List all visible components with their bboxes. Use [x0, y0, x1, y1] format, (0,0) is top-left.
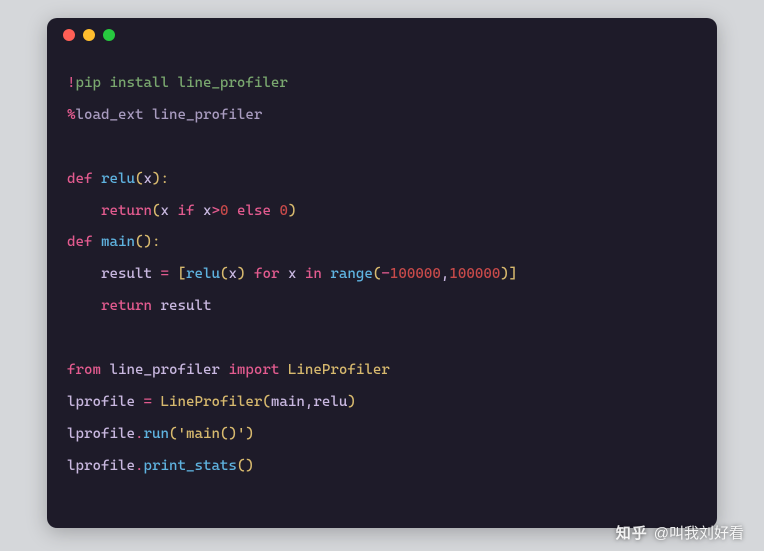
magic-operator: %: [67, 107, 76, 123]
fn-relu: relu: [101, 171, 135, 187]
fn-main: main: [101, 234, 135, 250]
bracket: [: [169, 266, 186, 282]
minimize-icon[interactable]: [83, 29, 95, 41]
var: result: [152, 298, 211, 314]
pip-cmd: pip install line_profiler: [76, 75, 288, 91]
method-run: run: [143, 426, 169, 442]
eq-operator: =: [143, 394, 152, 410]
return-keyword: return: [101, 203, 152, 219]
var: x: [228, 266, 237, 282]
watermark: 知乎 @叫我刘好看: [616, 522, 744, 543]
fn-call: relu: [186, 266, 220, 282]
code-block: !pip install line_profiler %load_ext lin…: [47, 52, 717, 503]
var-result: result: [101, 266, 160, 282]
string-literal: 'main()': [177, 426, 245, 442]
number: 100000: [449, 266, 500, 282]
var-lprofile: lprofile: [67, 394, 143, 410]
gt-operator: >: [211, 203, 220, 219]
class-name: LineProfiler: [152, 394, 262, 410]
method-print-stats: print_stats: [143, 458, 236, 474]
def-keyword: def: [67, 171, 93, 187]
window-titlebar: [47, 18, 717, 52]
paren: ): [288, 203, 297, 219]
arg-x: x: [143, 171, 152, 187]
return-keyword: return: [101, 298, 152, 314]
else-keyword: else: [228, 203, 279, 219]
class-name: LineProfiler: [279, 362, 389, 378]
minus-operator: -: [381, 266, 390, 282]
arg: relu: [313, 394, 347, 410]
number: 0: [279, 203, 288, 219]
paren: (): [237, 458, 254, 474]
if-keyword: if: [177, 203, 194, 219]
paren: (: [262, 394, 271, 410]
number: 100000: [390, 266, 441, 282]
var: x: [160, 203, 177, 219]
paren: ):: [152, 171, 169, 187]
code-window: !pip install line_profiler %load_ext lin…: [47, 18, 717, 528]
var-lprofile: lprofile: [67, 426, 135, 442]
zhihu-logo: 知乎: [616, 522, 648, 543]
var: x: [194, 203, 211, 219]
in-keyword: in: [296, 266, 330, 282]
eq-operator: =: [160, 266, 169, 282]
close-icon[interactable]: [63, 29, 75, 41]
paren: )]: [500, 266, 517, 282]
load-ext-cmd: load_ext line_profiler: [76, 107, 263, 123]
for-keyword: for: [245, 266, 287, 282]
paren: ): [245, 426, 254, 442]
maximize-icon[interactable]: [103, 29, 115, 41]
paren: ): [347, 394, 356, 410]
arg: main: [271, 394, 305, 410]
fn-range: range: [330, 266, 372, 282]
bang-operator: !: [67, 75, 76, 91]
import-keyword: import: [228, 362, 279, 378]
var-lprofile: lprofile: [67, 458, 135, 474]
paren: ():: [135, 234, 161, 250]
from-keyword: from: [67, 362, 101, 378]
def-keyword: def: [67, 234, 93, 250]
watermark-text: @叫我刘好看: [654, 522, 744, 543]
module: line_profiler: [101, 362, 228, 378]
